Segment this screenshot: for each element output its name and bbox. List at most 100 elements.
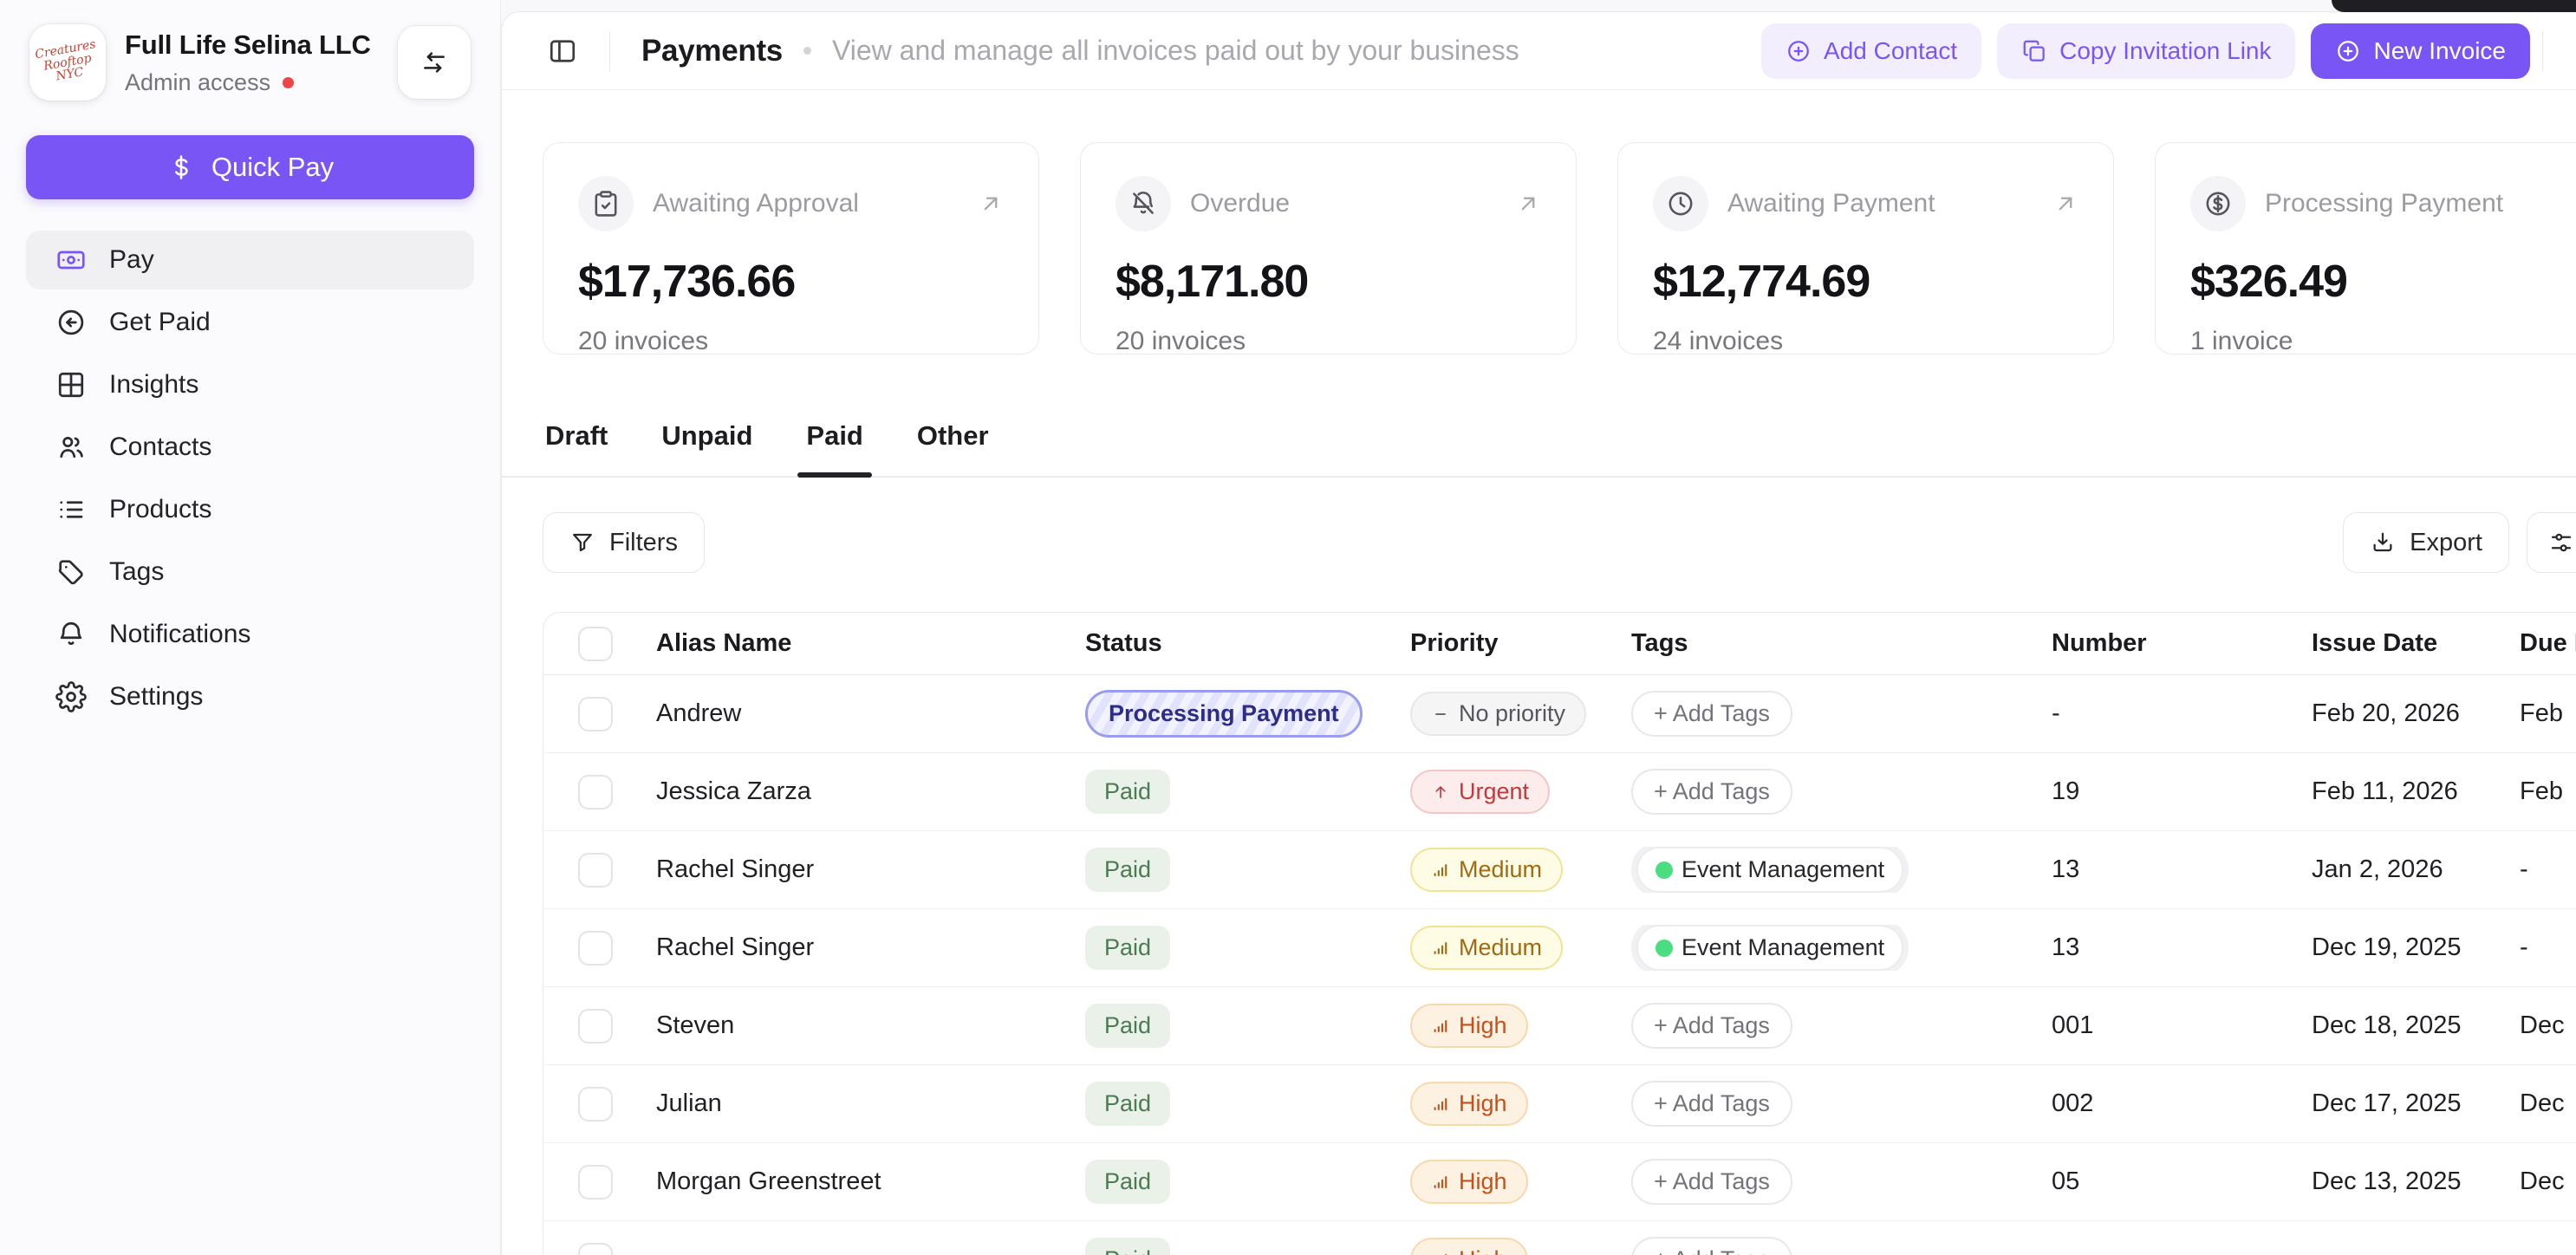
table-row[interactable]: JulianPaidHigh+ Add Tags002Dec 17, 2025D… xyxy=(543,1065,2576,1143)
issue-date: Feb 11, 2026 xyxy=(2312,777,2520,806)
row-checkbox[interactable] xyxy=(578,931,613,966)
table-row[interactable]: Morgan GreenstreetPaidHigh+ Add Tags05De… xyxy=(543,1143,2576,1221)
page-title: Payments xyxy=(641,34,783,68)
issue-date: Dec 17, 2025 xyxy=(2312,1089,2520,1118)
select-all-checkbox[interactable] xyxy=(578,627,613,661)
priority-badge[interactable]: High xyxy=(1410,1082,1528,1126)
row-checkbox[interactable] xyxy=(578,775,613,810)
arrow-up-right-icon[interactable] xyxy=(2052,191,2078,217)
tag-chip[interactable]: Event Management xyxy=(1636,847,1903,893)
grid-icon xyxy=(55,369,87,400)
signal-bars-icon xyxy=(1431,1251,1450,1255)
export-button[interactable]: Export xyxy=(2343,512,2509,573)
priority-label: High xyxy=(1459,1090,1507,1117)
tag-chip[interactable]: Event Management xyxy=(1636,925,1903,971)
copy-icon xyxy=(2021,38,2047,64)
add-tags-button[interactable]: + Add Tags xyxy=(1631,1003,1792,1049)
table-header-row: Alias Name Status Priority Tags Number I… xyxy=(543,613,2576,675)
add-tags-button[interactable]: + Add Tags xyxy=(1631,769,1792,815)
sidebar-item-tags[interactable]: Tags xyxy=(26,543,474,601)
priority-badge[interactable]: Medium xyxy=(1410,926,1563,970)
status-badge: Paid xyxy=(1085,1238,1170,1255)
sidebar-item-products[interactable]: Products xyxy=(26,480,474,539)
view-settings-button[interactable] xyxy=(2527,512,2576,573)
sidebar-item-notifications[interactable]: Notifications xyxy=(26,605,474,664)
stat-amount: $17,736.66 xyxy=(578,256,1004,308)
table-row[interactable]: AndrewProcessing PaymentNo priority+ Add… xyxy=(543,675,2576,753)
table-row[interactable]: Paid High + Add Tags xyxy=(543,1221,2576,1255)
table-row[interactable]: Jessica ZarzaPaidUrgent+ Add Tags19Feb 1… xyxy=(543,753,2576,831)
quick-pay-button[interactable]: Quick Pay xyxy=(26,135,474,199)
status-badge: Paid xyxy=(1085,1160,1170,1204)
priority-badge[interactable]: High xyxy=(1410,1160,1528,1204)
add-tags-button[interactable]: + Add Tags xyxy=(1631,1159,1792,1205)
stat-card-awaiting-payment: Awaiting Payment$12,774.6924 invoices xyxy=(1617,142,2114,354)
add-tags-button[interactable]: + Add Tags xyxy=(1631,1081,1792,1127)
column-header[interactable]: Alias Name xyxy=(656,629,1085,658)
status-dot xyxy=(283,77,294,88)
tag-icon xyxy=(55,556,87,588)
tag-dot xyxy=(1656,862,1673,879)
plus-circle-icon xyxy=(2335,38,2361,64)
alias-name: Julian xyxy=(656,1089,1085,1118)
add-tags-button[interactable]: + Add Tags xyxy=(1631,691,1792,737)
row-checkbox[interactable] xyxy=(578,1009,613,1044)
row-checkbox[interactable] xyxy=(578,697,613,732)
funnel-icon xyxy=(569,530,595,556)
alias-name: Rachel Singer xyxy=(656,855,1085,884)
alias-name: Jessica Zarza xyxy=(656,777,1085,806)
column-header[interactable]: Tags xyxy=(1631,629,2052,658)
switch-org-button[interactable] xyxy=(398,26,471,99)
arrow-up-right-icon[interactable] xyxy=(978,191,1004,217)
filters-button[interactable]: Filters xyxy=(543,512,705,573)
priority-label: Medium xyxy=(1459,856,1542,883)
tab-other[interactable]: Other xyxy=(915,415,991,476)
column-header[interactable]: Due Date xyxy=(2520,629,2576,658)
priority-badge[interactable]: No priority xyxy=(1410,692,1586,736)
priority-badge[interactable]: Urgent xyxy=(1410,770,1550,814)
company-logo[interactable]: Creatures Rooftop NYC xyxy=(29,24,106,101)
table-row[interactable]: StevenPaidHigh+ Add Tags001Dec 18, 2025D… xyxy=(543,987,2576,1065)
tab-paid[interactable]: Paid xyxy=(804,415,864,476)
issue-date: Dec 13, 2025 xyxy=(2312,1167,2520,1196)
column-header[interactable]: Status xyxy=(1085,629,1410,658)
stat-label: Overdue xyxy=(1190,189,1496,218)
row-checkbox[interactable] xyxy=(578,853,613,888)
add-tags-button[interactable]: + Add Tags xyxy=(1631,1237,1792,1255)
add-contact-button[interactable]: Add Contact xyxy=(1761,23,1981,79)
stat-count: 1 invoice xyxy=(2190,327,2576,356)
panel-left-icon xyxy=(547,36,578,67)
new-invoice-button[interactable]: New Invoice xyxy=(2311,23,2530,79)
table-row[interactable]: Rachel SingerPaidMediumEvent Management1… xyxy=(543,831,2576,909)
copy-invitation-link-button[interactable]: Copy Invitation Link xyxy=(1997,23,2295,79)
sidebar-item-contacts[interactable]: Contacts xyxy=(26,418,474,477)
sidebar: Creatures Rooftop NYC Full Life Selina L… xyxy=(0,0,501,1255)
priority-label: High xyxy=(1459,1012,1507,1039)
tab-draft[interactable]: Draft xyxy=(543,415,609,476)
button-label: Copy Invitation Link xyxy=(2059,37,2271,65)
row-checkbox[interactable] xyxy=(578,1087,613,1122)
table-row[interactable]: Rachel SingerPaidMediumEvent Management1… xyxy=(543,909,2576,987)
sidebar-item-insights[interactable]: Insights xyxy=(26,355,474,414)
priority-badge[interactable]: High xyxy=(1410,1004,1528,1048)
row-checkbox[interactable] xyxy=(578,1165,613,1200)
column-header[interactable]: Number xyxy=(2052,629,2312,658)
page-subtitle: View and manage all invoices paid out by… xyxy=(832,35,1519,67)
due-date: - xyxy=(2520,855,2576,884)
stat-card-overdue: Overdue$8,171.8020 invoices xyxy=(1080,142,1577,354)
sidebar-toggle-button[interactable] xyxy=(547,36,578,67)
alias-name: Rachel Singer xyxy=(656,933,1085,962)
tab-unpaid[interactable]: Unpaid xyxy=(660,415,754,476)
row-checkbox[interactable] xyxy=(578,1243,613,1255)
priority-badge[interactable]: Medium xyxy=(1410,848,1563,892)
priority-badge[interactable]: High xyxy=(1410,1238,1528,1255)
sidebar-item-get-paid[interactable]: Get Paid xyxy=(26,293,474,352)
stat-count: 20 invoices xyxy=(578,327,1004,356)
column-header[interactable]: Issue Date xyxy=(2312,629,2520,658)
sidebar-item-settings[interactable]: Settings xyxy=(26,667,474,726)
list-icon xyxy=(55,494,87,525)
arrow-up-right-icon[interactable] xyxy=(1515,191,1541,217)
sidebar-item-label: Get Paid xyxy=(109,308,211,337)
sidebar-item-pay[interactable]: Pay xyxy=(26,231,474,289)
column-header[interactable]: Priority xyxy=(1410,629,1631,658)
